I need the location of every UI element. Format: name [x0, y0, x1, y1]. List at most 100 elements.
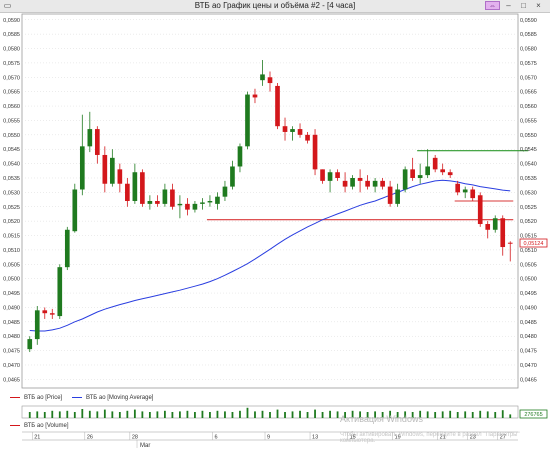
volume-bar	[133, 409, 136, 418]
candle-up	[34, 310, 40, 340]
volume-bar	[246, 407, 249, 418]
y-tick-label-left: 0,0585	[3, 32, 20, 38]
volume-bar	[509, 414, 512, 418]
volume-bar	[209, 412, 211, 418]
y-tick-label-right: 0,0475	[520, 349, 537, 355]
candle-down	[477, 195, 483, 225]
y-tick-label-left: 0,0535	[3, 176, 20, 182]
candle-down	[470, 189, 476, 199]
candle-down	[275, 85, 280, 127]
y-tick-label-right: 0,0560	[520, 104, 537, 110]
volume-bar	[156, 411, 159, 418]
volume-bar	[261, 410, 264, 418]
y-tick-label-left: 0,0540	[3, 162, 20, 168]
candle-down	[507, 242, 513, 244]
time-tick-label: 9	[267, 435, 270, 441]
y-tick-label-right: 0,0495	[520, 291, 537, 297]
y-tick-label-right: 0,0520	[520, 219, 537, 225]
volume-bar	[314, 409, 316, 418]
y-tick-label-right: 0,0525	[520, 205, 537, 211]
chart-background	[0, 13, 550, 450]
y-tick-label-right: 0,0540	[520, 162, 537, 168]
volume-bar	[111, 411, 114, 418]
candle-down	[125, 183, 130, 201]
candle-up	[64, 229, 70, 268]
candle-up	[27, 339, 33, 350]
volume-bar	[329, 410, 331, 418]
last-price-marker: 0,05124	[519, 238, 548, 248]
y-tick-label-left: 0,0495	[3, 291, 20, 297]
y-tick-label-right: 0,0500	[520, 277, 537, 283]
volume-bar	[171, 412, 174, 418]
candle-down	[312, 134, 318, 170]
volume-bar	[163, 410, 166, 418]
y-tick-label-left: 0,0565	[3, 90, 20, 96]
volume-bar	[464, 411, 467, 418]
candle-down	[140, 172, 145, 204]
candle-up	[177, 203, 183, 206]
candle-down	[117, 169, 123, 184]
volume-bar	[501, 410, 504, 418]
candle-down	[320, 169, 325, 181]
volume-bar	[321, 412, 324, 418]
candle-up	[192, 203, 198, 210]
y-tick-label-right: 0,0485	[520, 320, 537, 326]
y-tick-label-right: 0,0510	[520, 248, 537, 254]
candle-up	[72, 189, 78, 232]
candle-up	[222, 186, 228, 197]
candle-up	[147, 201, 153, 204]
candle-up	[230, 166, 235, 187]
y-tick-label-right: 0,0565	[520, 90, 537, 96]
volume-bar	[224, 411, 226, 418]
volume-bar	[81, 409, 84, 418]
candle-down	[342, 180, 348, 187]
price-chart[interactable]: 0,0590 0,0585 0,0580 0,0575 0,0570 0,0565 0,05…	[0, 0, 550, 450]
candle-down	[42, 310, 48, 314]
y-tick-label-left: 0,0520	[3, 219, 20, 225]
candle-down	[94, 129, 100, 155]
volume-bar	[449, 410, 452, 418]
time-tick-label: 28	[132, 435, 138, 441]
y-tick-label-left: 0,0510	[3, 248, 20, 254]
y-tick-label-right: 0,0535	[520, 176, 537, 182]
y-tick-label-right: 0,0470	[520, 363, 537, 369]
time-tick-label: 21	[34, 435, 40, 441]
volume-bar	[66, 410, 69, 418]
candle-down	[170, 189, 175, 207]
candle-down	[500, 218, 506, 248]
volume-bar	[269, 412, 271, 418]
candle-up	[395, 189, 400, 204]
candle-down	[380, 180, 385, 187]
candle-down	[432, 157, 438, 170]
candle-up	[215, 196, 220, 204]
candle-down	[252, 94, 258, 98]
y-tick-label-left: 0,0505	[3, 262, 20, 268]
y-tick-label-right: 0,0490	[520, 305, 537, 311]
volume-bar	[96, 411, 99, 418]
candle-up	[462, 189, 468, 193]
volume-bar	[43, 412, 46, 418]
y-tick-label-right: 0,0590	[520, 18, 537, 24]
y-tick-label-right: 0,0575	[520, 61, 537, 67]
candle-up	[200, 202, 205, 204]
candle-down	[365, 180, 370, 187]
candle-up	[207, 201, 213, 203]
y-tick-label-left: 0,0485	[3, 320, 20, 326]
candle-down	[357, 177, 363, 181]
volume-bar	[231, 412, 234, 418]
legend-volume-label: ВТБ ао [Volume]	[24, 423, 69, 429]
time-tick-label: 6	[214, 435, 217, 441]
volume-last-marker: 276765	[519, 409, 548, 419]
volume-bar	[284, 412, 286, 418]
y-tick-label-right: 0,0570	[520, 75, 537, 81]
candle-up	[162, 189, 168, 204]
y-tick-label-left: 0,0575	[3, 61, 20, 67]
volume-bar	[434, 412, 437, 418]
volume-bar	[336, 411, 339, 418]
y-tick-label-left: 0,0470	[3, 363, 20, 369]
volume-bar	[486, 411, 489, 418]
y-tick-label-right: 0,0555	[520, 118, 537, 124]
volume-bar	[28, 412, 31, 418]
y-tick-label-left: 0,0580	[3, 47, 20, 53]
volume-bar	[441, 411, 444, 418]
